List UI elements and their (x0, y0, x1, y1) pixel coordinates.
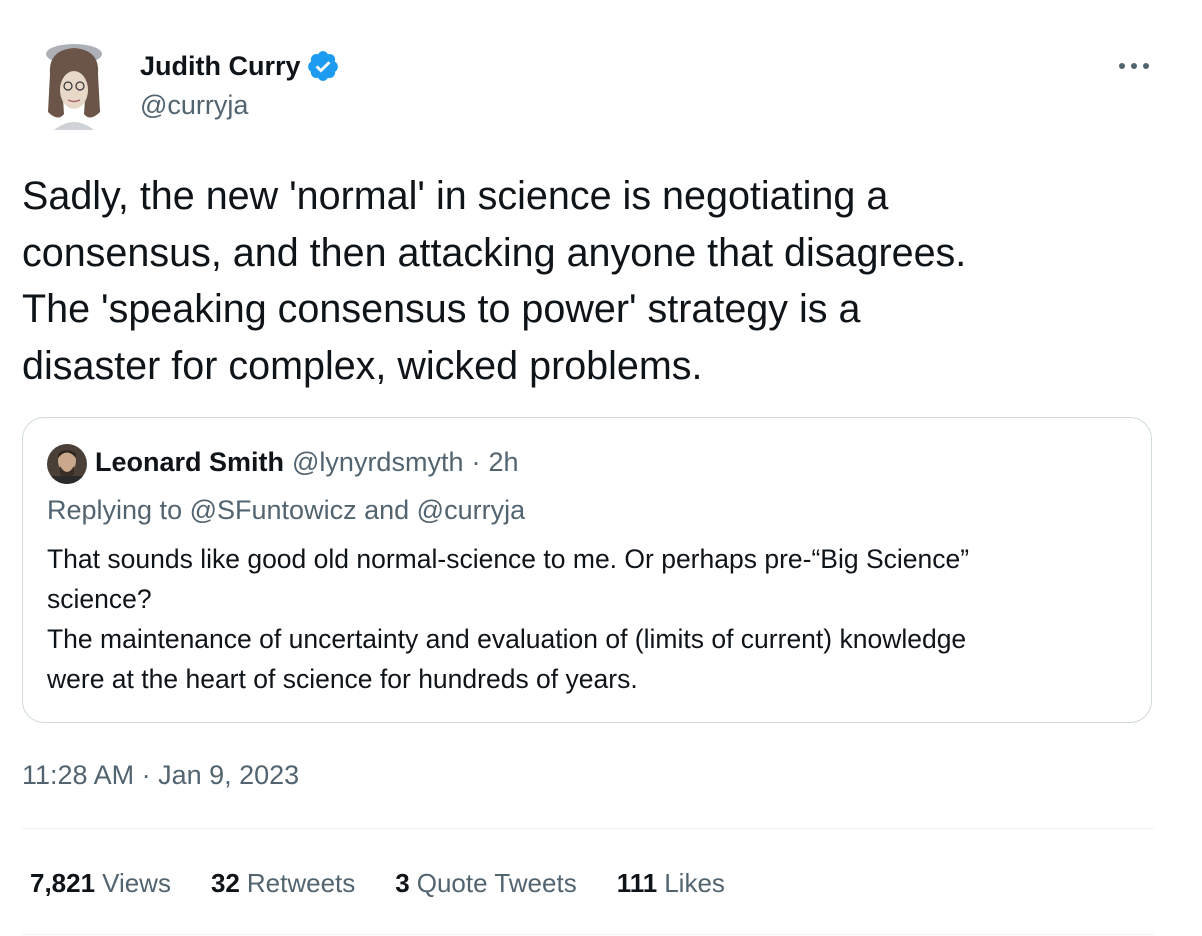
divider-top (22, 828, 1154, 829)
tweet-text: Sadly, the new 'normal' in science is ne… (22, 174, 967, 389)
quoted-header: Leonard Smith @lynyrdsmyth · 2h (95, 447, 519, 478)
views-stat[interactable]: 7,821 Views (30, 868, 171, 899)
replying-mention-sfuntowicz[interactable]: @SFuntowicz (190, 495, 357, 525)
replying-to-line: Replying to @SFuntowicz and @curryja (47, 495, 525, 526)
quoted-separator: · (471, 447, 481, 477)
quoted-tweet-card[interactable]: Leonard Smith @lynyrdsmyth · 2h Replying… (22, 417, 1152, 723)
retweets-count: 32 (210, 868, 240, 898)
quote-tweets-count: 3 (395, 868, 410, 898)
views-count: 7,821 (30, 868, 96, 898)
likes-stat[interactable]: 111 Likes (617, 868, 725, 899)
retweets-label: Retweets (246, 868, 356, 898)
author-name[interactable]: Judith Curry (140, 51, 301, 82)
replying-and: and (364, 495, 410, 525)
quoted-tweet-text: That sounds like good old normal-science… (47, 544, 970, 694)
quote-tweets-label: Quote Tweets (416, 868, 577, 898)
quoted-author-handle[interactable]: @lynyrdsmyth (292, 447, 463, 478)
quoted-author-name[interactable]: Leonard Smith (95, 447, 284, 478)
replying-mention-curryja[interactable]: @curryja (417, 495, 525, 525)
likes-count: 111 (616, 868, 658, 898)
verified-badge-icon (307, 51, 338, 81)
author-name-row[interactable]: Judith Curry (140, 49, 340, 83)
views-label: Views (102, 868, 171, 898)
quote-tweets-stat[interactable]: 3 Quote Tweets (395, 868, 576, 899)
engagement-stats: 7,821 Views 32 Retweets 3 Quote Tweets 1… (30, 868, 765, 899)
author-avatar[interactable] (24, 34, 124, 134)
author-avatar-image (24, 34, 124, 134)
author-handle[interactable]: @curryja (140, 90, 248, 121)
quoted-author-avatar[interactable] (47, 444, 87, 484)
quoted-author-avatar-image (47, 444, 87, 484)
likes-label: Likes (664, 868, 725, 898)
retweets-stat[interactable]: 32 Retweets (211, 868, 355, 899)
more-horizontal-icon (1119, 63, 1149, 69)
replying-prefix: Replying to (47, 495, 183, 525)
more-options-button[interactable] (1112, 52, 1156, 80)
divider-bottom (22, 934, 1154, 935)
tweet-timestamp[interactable]: 11:28 AM · Jan 9, 2023 (22, 760, 299, 791)
quoted-time[interactable]: 2h (488, 447, 518, 478)
